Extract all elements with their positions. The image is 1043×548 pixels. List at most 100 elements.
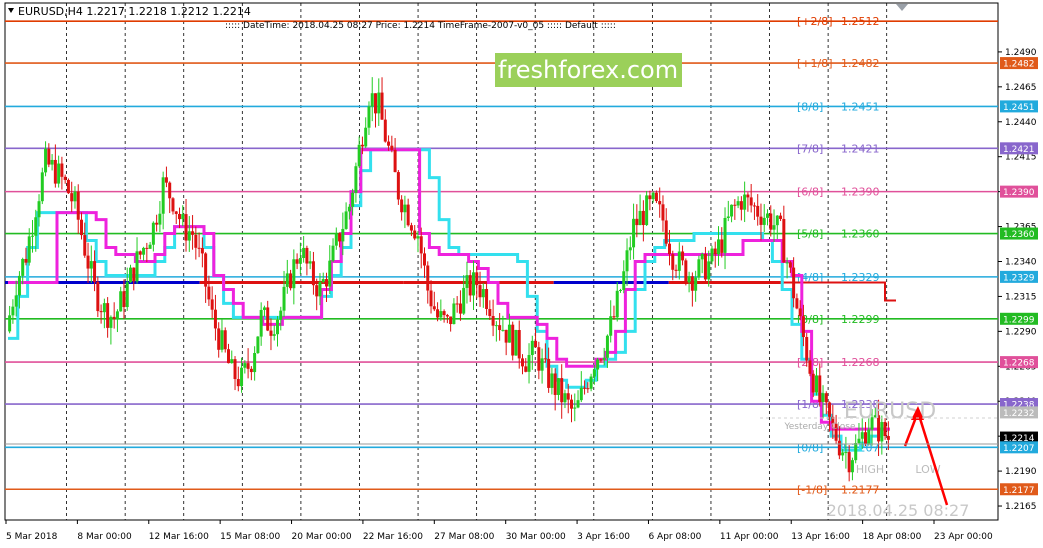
candle-body bbox=[360, 144, 364, 147]
candle-body bbox=[563, 393, 567, 403]
candle-body bbox=[24, 258, 28, 263]
candle-body bbox=[351, 192, 355, 207]
candle-body bbox=[194, 234, 198, 248]
candle-body bbox=[53, 159, 57, 184]
candle-body bbox=[700, 253, 704, 260]
candle-body bbox=[279, 310, 283, 320]
candle-body bbox=[730, 204, 734, 217]
candle-body bbox=[769, 213, 773, 230]
candle-body bbox=[556, 378, 560, 395]
candle-body bbox=[883, 422, 887, 437]
candle-body bbox=[801, 316, 805, 338]
murrey-level-value: 1.2451 bbox=[841, 100, 880, 113]
candle-body bbox=[452, 303, 456, 325]
candle-body bbox=[472, 272, 475, 296]
candle-body bbox=[289, 273, 293, 289]
price-tick-label: 1.2340 bbox=[1005, 258, 1037, 268]
candle-body bbox=[213, 309, 217, 329]
candle-body bbox=[498, 325, 502, 331]
candle-body bbox=[292, 259, 296, 289]
candle-body bbox=[285, 273, 289, 287]
murrey-level-value: 1.2268 bbox=[841, 356, 880, 369]
candle-body bbox=[720, 239, 724, 253]
candle-body bbox=[759, 216, 763, 225]
price-tick-label: 1.2290 bbox=[1005, 327, 1037, 337]
candle-body bbox=[223, 330, 227, 350]
candle-body bbox=[328, 260, 332, 287]
candle-body bbox=[315, 285, 319, 297]
candle-body bbox=[687, 276, 691, 283]
candle-body bbox=[423, 253, 426, 266]
candle-body bbox=[181, 214, 185, 220]
brand-logo-text: freshforex.com bbox=[498, 56, 678, 84]
candle-body bbox=[44, 148, 48, 173]
price-box-label: 1.2207 bbox=[1003, 444, 1035, 454]
candle-body bbox=[524, 366, 528, 372]
candle-body bbox=[367, 106, 371, 128]
candle-body bbox=[142, 247, 146, 255]
candle-body bbox=[374, 93, 377, 114]
candle-body bbox=[537, 347, 541, 371]
candle-body bbox=[321, 279, 325, 282]
candle-body bbox=[857, 438, 861, 444]
candle-body bbox=[439, 311, 443, 318]
candle-body bbox=[619, 289, 622, 291]
candle-body bbox=[34, 217, 38, 236]
time-tick-label: 27 Mar 08:00 bbox=[434, 532, 494, 542]
candle-body bbox=[377, 92, 381, 114]
time-tick-label: 13 Apr 16:00 bbox=[791, 532, 850, 542]
time-tick-label: 3 Apr 16:00 bbox=[577, 532, 630, 542]
candle-body bbox=[325, 279, 328, 287]
candle-body bbox=[622, 271, 626, 290]
candle-body bbox=[475, 272, 479, 286]
time-tick-label: 23 Apr 00:00 bbox=[934, 532, 993, 542]
candle-body bbox=[298, 258, 302, 264]
candle-body bbox=[240, 367, 244, 387]
candle-body bbox=[481, 288, 485, 298]
candle-body bbox=[227, 349, 230, 364]
candle-body bbox=[217, 328, 221, 350]
candle-body bbox=[808, 360, 812, 374]
candle-body bbox=[236, 379, 240, 387]
candle-body bbox=[752, 205, 756, 207]
candle-body bbox=[27, 236, 31, 263]
time-tick-label: 5 Mar 2018 bbox=[6, 532, 58, 542]
symbol-quote-line: EURUSD,H4 1.2217 1.2218 1.2212 1.2214 bbox=[18, 5, 251, 18]
price-box-label: 1.2177 bbox=[1003, 486, 1035, 496]
candle-body bbox=[690, 276, 694, 291]
candle-body bbox=[161, 177, 165, 214]
candle-body bbox=[272, 334, 276, 336]
candle-body bbox=[138, 251, 142, 255]
candle-body bbox=[841, 452, 845, 456]
candle-body bbox=[465, 275, 469, 288]
candle-body bbox=[494, 325, 498, 327]
candle-body bbox=[707, 261, 711, 280]
candle-body bbox=[726, 216, 730, 218]
candle-body bbox=[93, 261, 97, 282]
price-box-label: 1.2421 bbox=[1003, 145, 1035, 155]
price-chart[interactable]: [+2/8] 1.2512 [+1/8] 1.2482 [8/8] 1.2451 [7/8]… bbox=[0, 0, 1043, 548]
candle-body bbox=[73, 191, 77, 202]
candle-body bbox=[507, 324, 511, 343]
candle-body bbox=[204, 253, 208, 287]
candle-body bbox=[684, 260, 688, 283]
candle-body bbox=[573, 407, 577, 409]
candle-body bbox=[357, 144, 361, 167]
candle-body bbox=[478, 285, 482, 298]
candle-body bbox=[200, 248, 204, 254]
murrey-level-tag: [5/8] bbox=[797, 228, 823, 241]
candle-body bbox=[445, 315, 449, 317]
candle-body bbox=[191, 231, 195, 235]
murrey-level-value: 1.2390 bbox=[841, 186, 880, 199]
candle-body bbox=[83, 235, 87, 256]
candle-body bbox=[171, 198, 175, 212]
price-box-label: 1.2451 bbox=[1003, 103, 1035, 113]
price-box-label: 1.2360 bbox=[1003, 230, 1035, 240]
time-tick-label: 6 Apr 08:00 bbox=[648, 532, 701, 542]
candle-body bbox=[269, 330, 273, 336]
candle-body bbox=[17, 275, 21, 296]
candle-body bbox=[586, 388, 590, 390]
candle-body bbox=[230, 359, 234, 364]
candle-body bbox=[11, 306, 15, 316]
candle-body bbox=[514, 330, 518, 356]
